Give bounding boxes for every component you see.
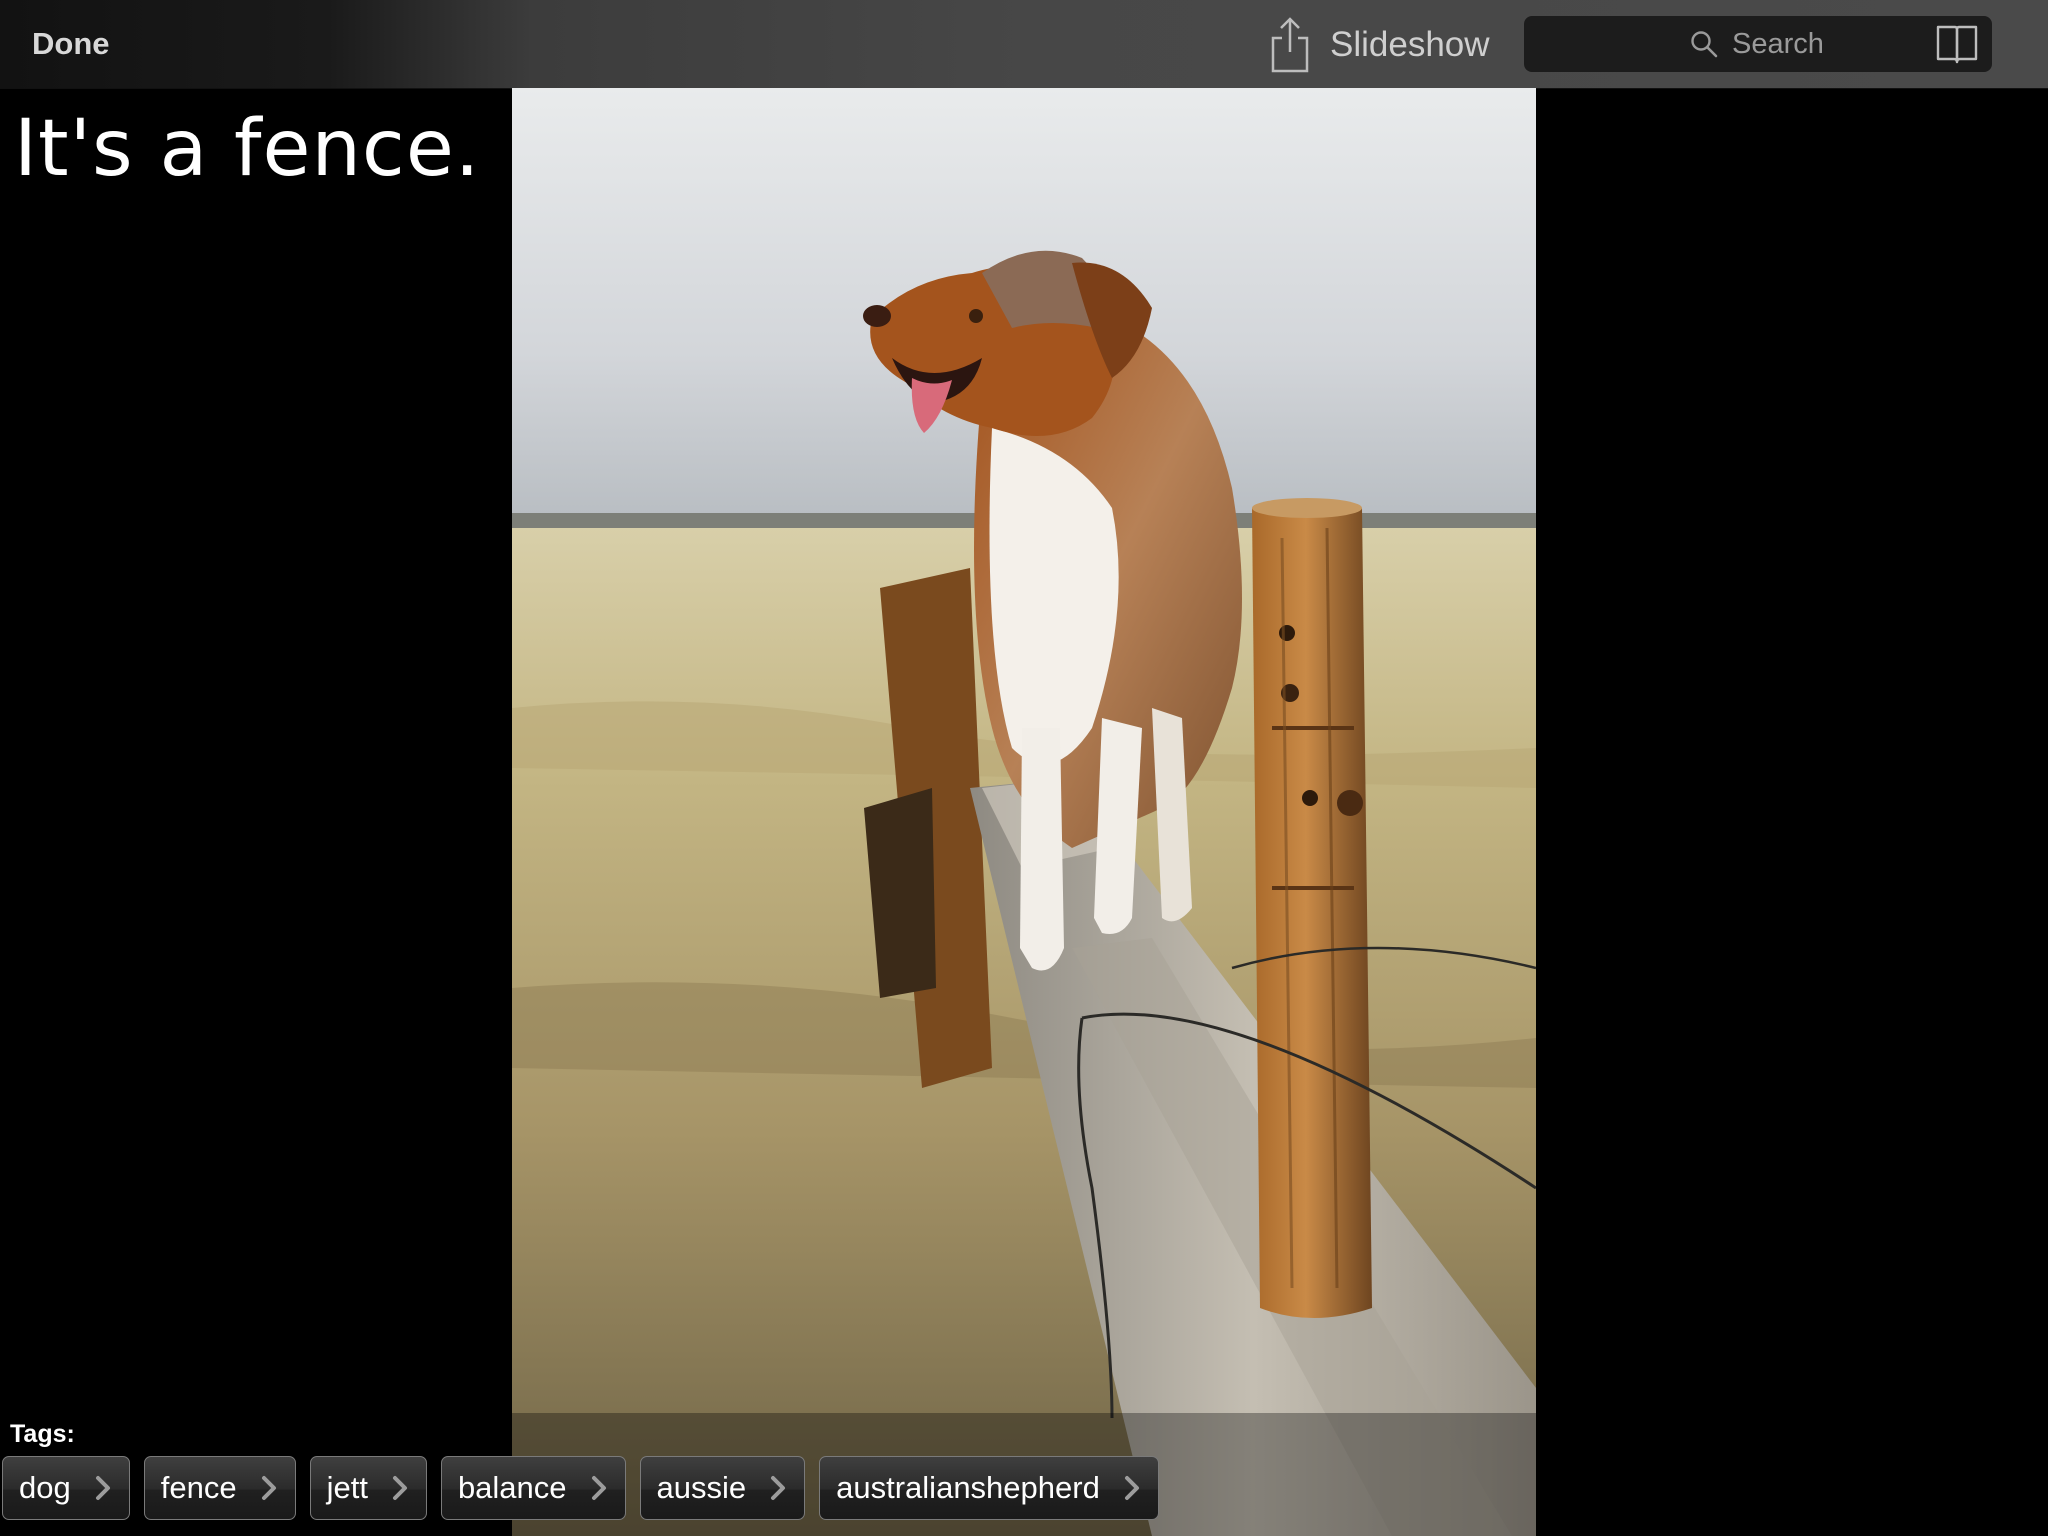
chevron-right-icon: [591, 1476, 606, 1500]
search-input[interactable]: Search: [1524, 16, 1992, 72]
tag-label: jett: [326, 1470, 368, 1505]
tags-label: Tags:: [10, 1420, 75, 1448]
tag-label: balance: [457, 1470, 567, 1505]
tag-balance[interactable]: balance: [440, 1456, 626, 1520]
chevron-right-icon: [1124, 1476, 1139, 1500]
book-icon: [1936, 25, 1978, 64]
chevron-right-icon: [392, 1476, 407, 1500]
search-icon: [1691, 31, 1718, 58]
dog-on-fence-image: [512, 88, 1536, 1536]
tag-dog[interactable]: dog: [2, 1456, 130, 1520]
photo-caption: It's a fence.: [14, 104, 481, 194]
tag-label: dog: [19, 1470, 71, 1505]
top-toolbar: Done Slideshow Search: [0, 0, 2048, 89]
tag-label: aussie: [656, 1470, 747, 1505]
done-button[interactable]: Done: [32, 22, 110, 66]
photo-viewer-screen: Done Slideshow Search It's a fence. Tags…: [0, 0, 2048, 1536]
tag-australianshepherd[interactable]: australianshepherd: [819, 1456, 1159, 1520]
share-icon: [1271, 17, 1309, 73]
book-button[interactable]: [1935, 22, 1979, 66]
chevron-right-icon: [771, 1476, 786, 1500]
search-placeholder: Search: [1732, 28, 1824, 60]
chevron-right-icon: [95, 1476, 110, 1500]
slideshow-label: Slideshow: [1330, 25, 1490, 64]
slideshow-button[interactable]: Slideshow: [1268, 16, 1490, 74]
tag-jett[interactable]: jett: [309, 1456, 427, 1520]
tag-label: australianshepherd: [836, 1470, 1100, 1505]
tags-list: dog fence jett balance aussie australian…: [2, 1456, 1159, 1522]
chevron-right-icon: [261, 1476, 276, 1500]
tag-aussie[interactable]: aussie: [639, 1456, 806, 1520]
tag-label: fence: [160, 1470, 237, 1505]
photo[interactable]: [512, 88, 1536, 1536]
tag-fence[interactable]: fence: [143, 1456, 296, 1520]
